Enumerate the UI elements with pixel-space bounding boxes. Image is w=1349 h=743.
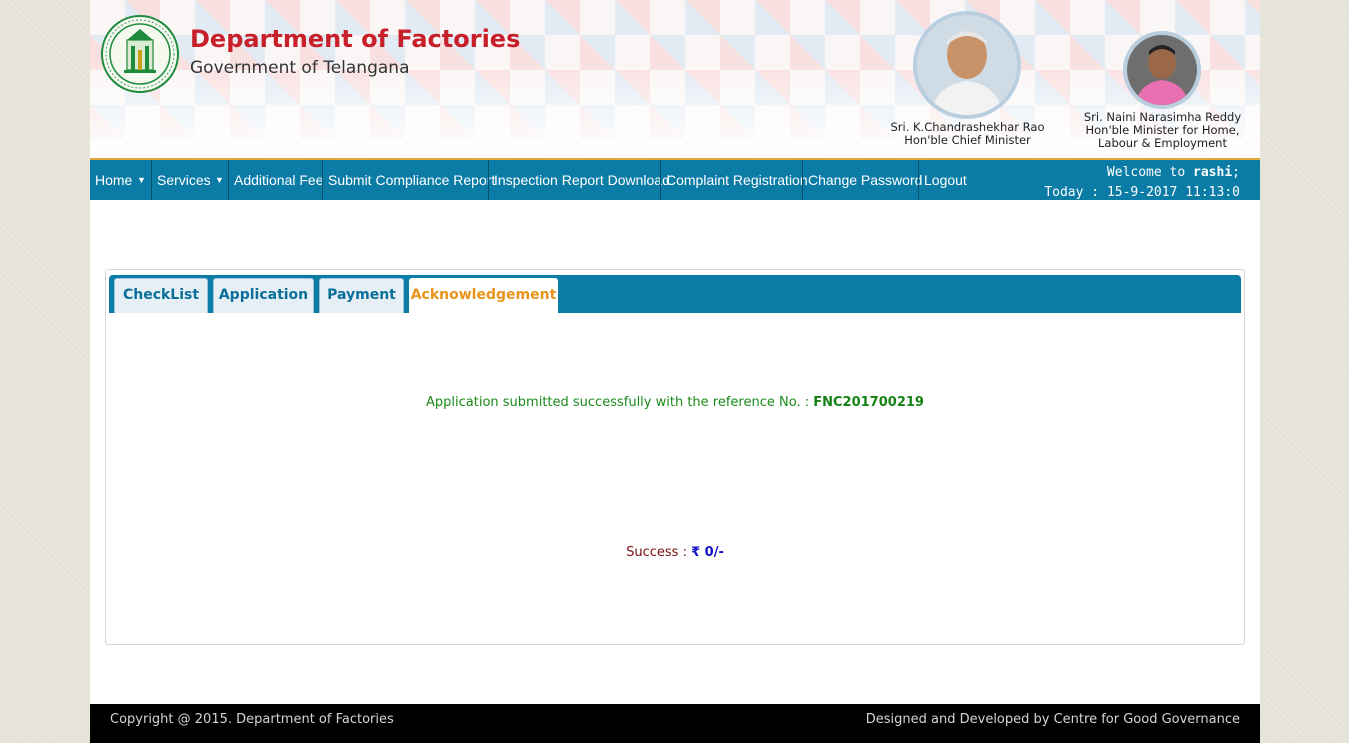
submission-message: Application submitted successfully with … — [426, 395, 924, 410]
chevron-down-icon: ▼ — [137, 175, 146, 185]
site-header: Department of Factories Government of Te… — [90, 0, 1260, 158]
telangana-emblem-logo — [101, 15, 179, 93]
payment-amount: ₹ 0/- — [691, 545, 724, 560]
current-datetime: 15-9-2017 11:13:0 — [1106, 185, 1240, 200]
government-subtitle: Government of Telangana — [190, 58, 410, 78]
labour-minister-portrait — [1123, 31, 1201, 109]
labour-minister-caption: Sri. Naini Narasimha Reddy Hon'ble Minis… — [1075, 111, 1250, 150]
tab-payment[interactable]: Payment — [319, 278, 404, 313]
tab-checklist[interactable]: CheckList — [114, 278, 208, 313]
person-silhouette-icon — [1127, 35, 1197, 105]
nav-services[interactable]: Services ▼ — [152, 160, 228, 200]
labour-minister-role-line2: Labour & Employment — [1098, 136, 1227, 150]
tab-bar: CheckList Application Payment Acknowledg… — [109, 275, 1241, 313]
tab-application[interactable]: Application — [213, 278, 314, 313]
nav-submit-compliance-report[interactable]: Submit Compliance Report — [323, 160, 495, 200]
developer-credit: Designed and Developed by Centre for Goo… — [865, 712, 1240, 727]
copyright-text: Copyright @ 2015. Department of Factorie… — [110, 712, 394, 727]
nav-change-password[interactable]: Change Password — [803, 160, 922, 200]
chief-minister-portrait — [913, 11, 1021, 119]
nav-additional-fee[interactable]: Additional Fee — [229, 160, 324, 200]
person-silhouette-icon — [917, 15, 1017, 115]
chief-minister-role: Hon'ble Chief Minister — [904, 133, 1031, 147]
site-footer: Copyright @ 2015. Department of Factorie… — [90, 704, 1260, 743]
nav-home[interactable]: Home ▼ — [90, 160, 151, 200]
page-container: Department of Factories Government of Te… — [90, 0, 1260, 743]
username: rashi — [1193, 165, 1233, 180]
welcome-panel: Welcome to rashi; Today : 15-9-2017 11:1… — [1044, 163, 1240, 203]
chevron-down-icon: ▼ — [215, 175, 224, 185]
department-title: Department of Factories — [190, 25, 521, 53]
application-panel: CheckList Application Payment Acknowledg… — [105, 269, 1245, 645]
welcome-line: Welcome to rashi; — [1106, 165, 1240, 180]
today-line: Today : 15-9-2017 11:13:0 — [1044, 185, 1240, 200]
nav-logout[interactable]: Logout — [919, 160, 979, 200]
reference-number: FNC201700219 — [813, 395, 924, 410]
main-navigation: Home ▼ Services ▼ Additional Fee Submit … — [90, 158, 1260, 200]
nav-inspection-report-download[interactable]: Inspection Report Download — [489, 160, 670, 200]
tab-acknowledgement[interactable]: Acknowledgement — [409, 278, 558, 313]
chief-minister-caption: Sri. K.Chandrashekhar Rao Hon'ble Chief … — [880, 121, 1055, 147]
nav-complaint-registration[interactable]: Complaint Registration — [661, 160, 808, 200]
payment-status: Success : ₹ 0/- — [626, 545, 724, 560]
